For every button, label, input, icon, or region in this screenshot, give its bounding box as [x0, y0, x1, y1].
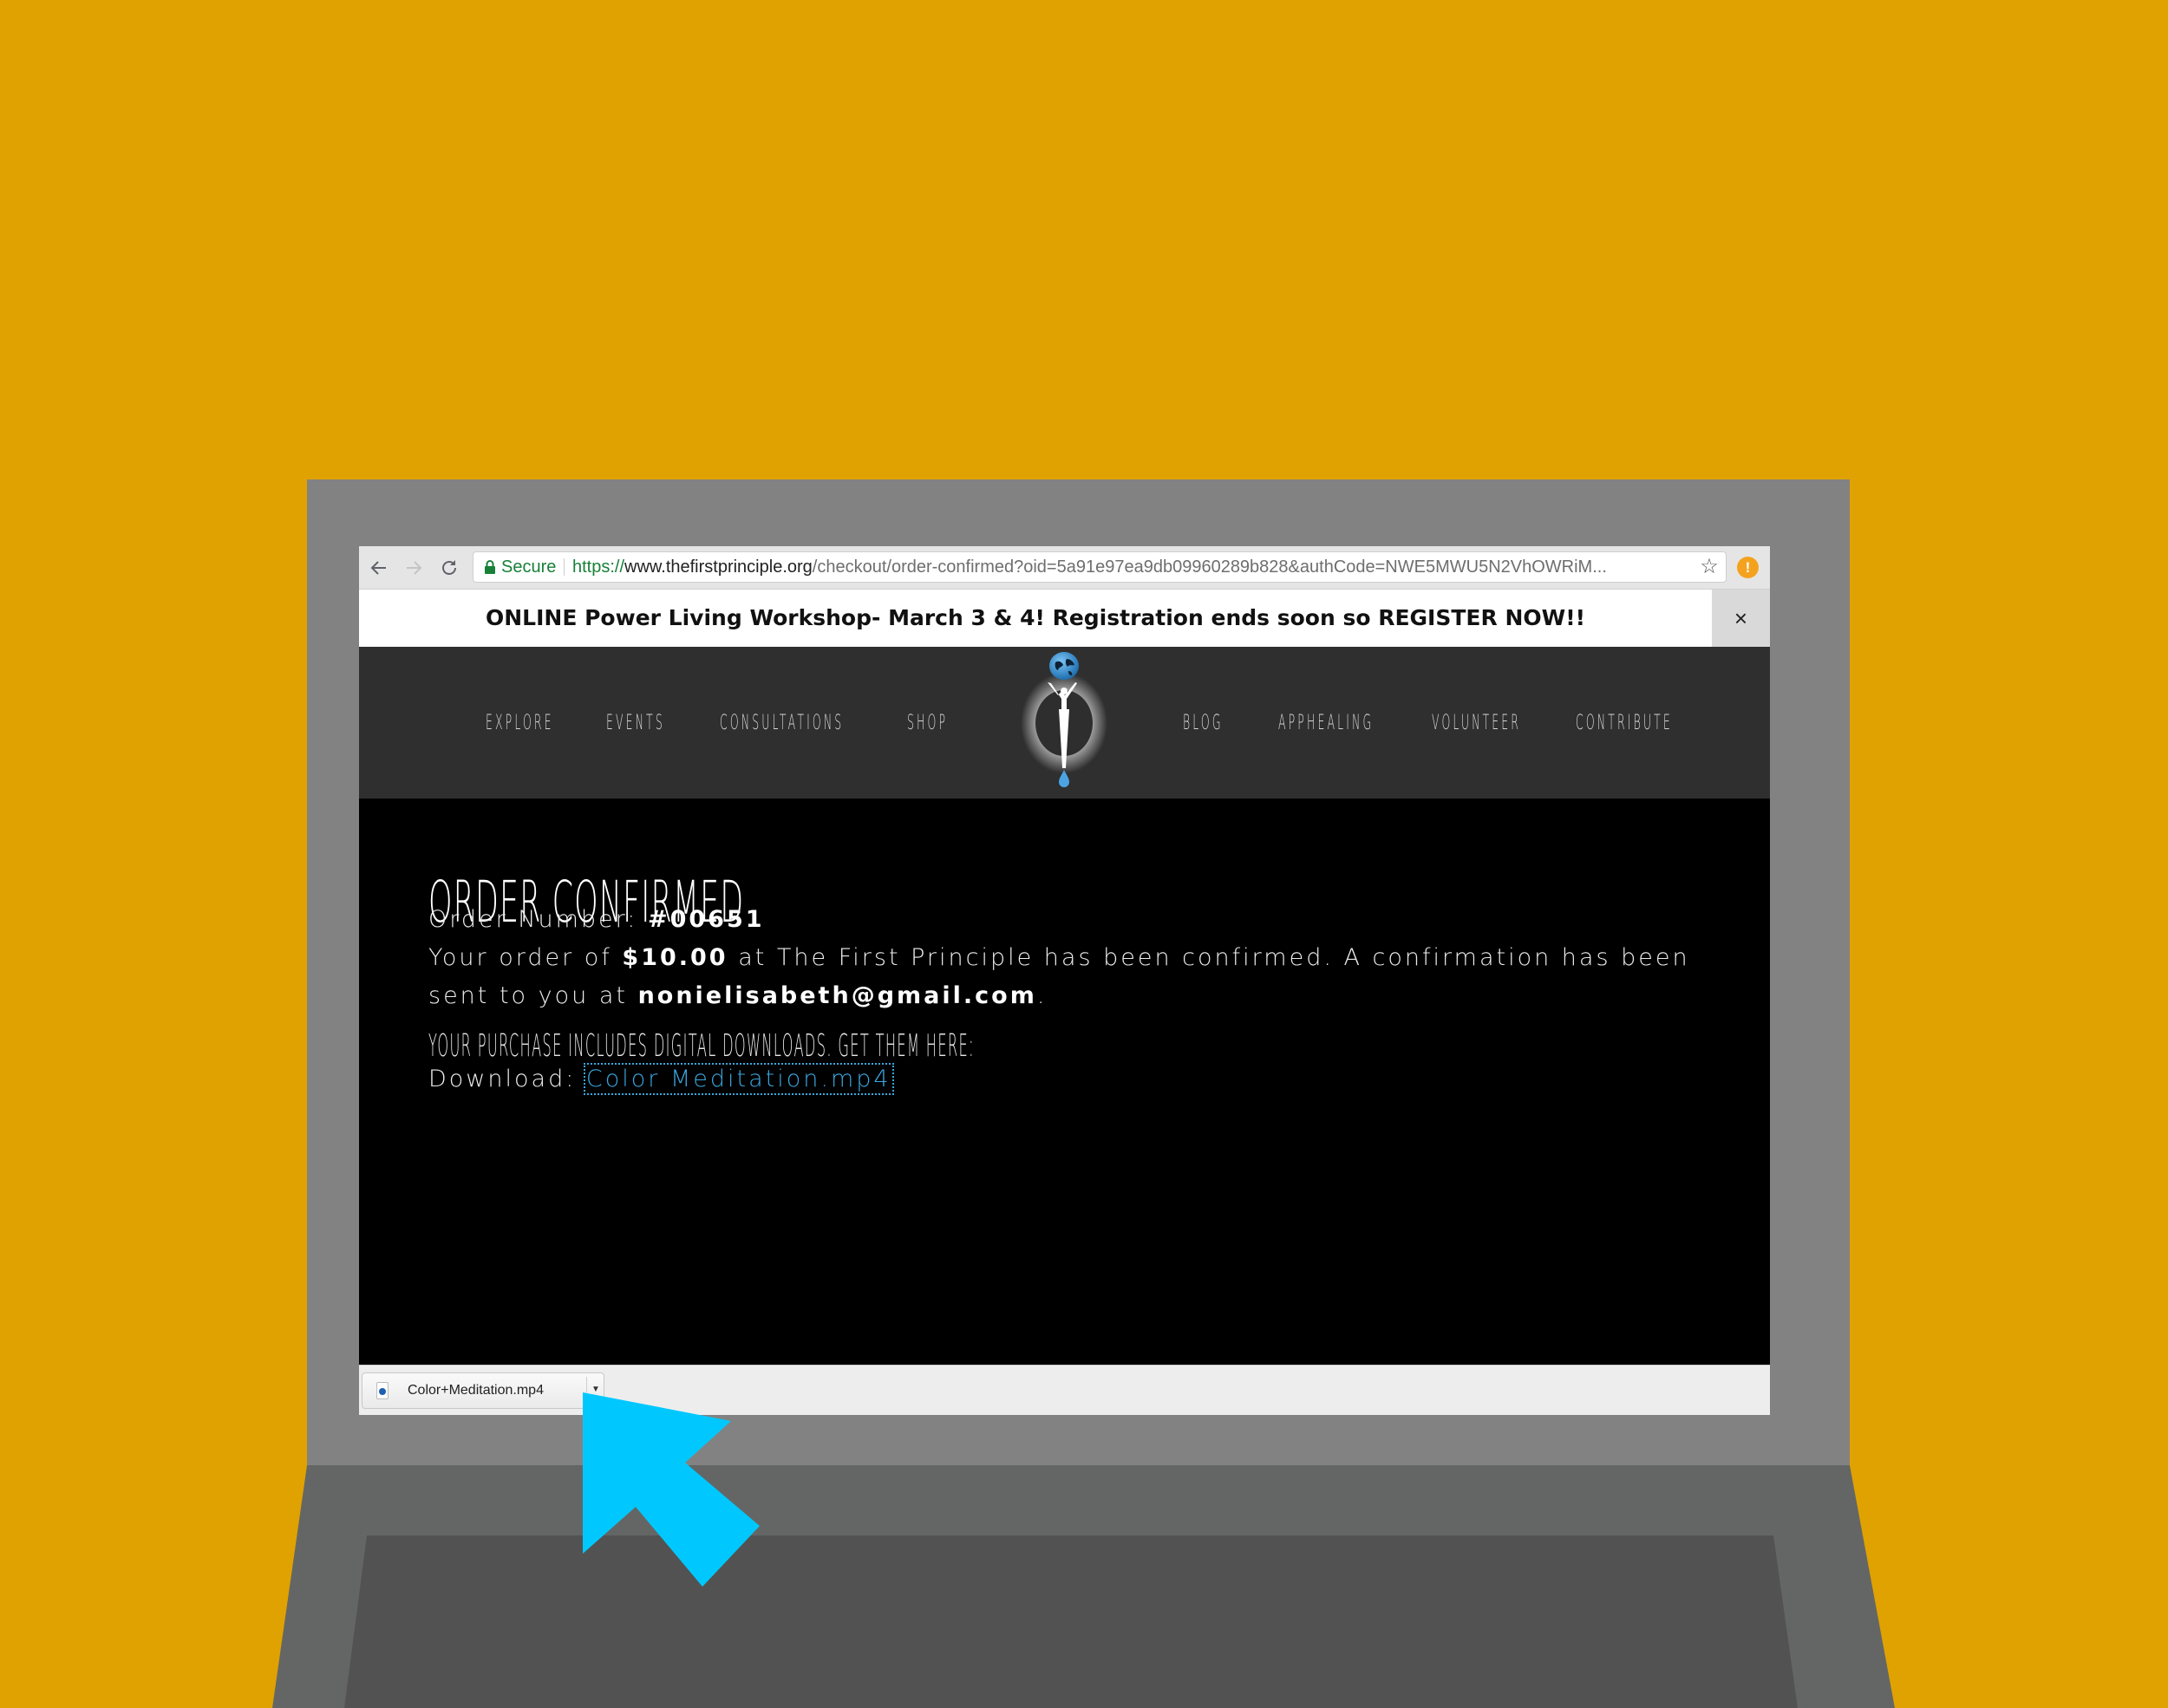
- url-host: www.thefirstprinciple.org: [624, 557, 813, 577]
- customer-email: nonielisabeth@gmail.com: [637, 982, 1037, 1009]
- arrow-right-icon: [407, 561, 422, 575]
- confirmation-suffix: .: [1036, 982, 1048, 1009]
- video-file-icon: [376, 1382, 389, 1399]
- downloads-heading: YOUR PURCHASE INCLUDES DIGITAL DOWNLOADS…: [428, 1028, 975, 1064]
- download-file-name: Color+Meditation.mp4: [408, 1383, 544, 1398]
- address-separator: [564, 558, 565, 576]
- confirmation-text-line-1: Your order of $10.00 at The First Princi…: [428, 944, 1690, 971]
- nav-item-events[interactable]: EVENTS: [606, 709, 665, 735]
- nav-item-consultations[interactable]: CONSULTATIONS: [720, 709, 844, 735]
- order-number-label: Order Number:: [428, 906, 648, 933]
- address-bar[interactable]: Secure https://www.thefirstprinciple.org…: [473, 551, 1727, 583]
- site-logo[interactable]: [1021, 652, 1107, 791]
- logo-figure-head: [1061, 688, 1068, 694]
- order-confirmation-content: ORDER CONFIRMED Order Number: #00651 You…: [359, 799, 1770, 1365]
- browser-window: Secure https://www.thefirstprinciple.org…: [359, 546, 1770, 1415]
- lock-icon: [485, 560, 495, 574]
- secure-label: Secure: [501, 557, 557, 577]
- download-link[interactable]: Color Meditation.mp4: [583, 1063, 894, 1095]
- site-navigation: EXPLORE EVENTS CONSULTATIONS SHOP BLOG A…: [359, 647, 1770, 799]
- url-scheme: https://: [572, 557, 625, 577]
- chevron-down-icon[interactable]: ▼: [587, 1373, 604, 1408]
- nav-item-blog[interactable]: BLOG: [1183, 709, 1224, 735]
- reload-button[interactable]: [434, 553, 464, 583]
- announcement-banner: ONLINE Power Living Workshop- March 3 & …: [359, 590, 1770, 647]
- bookmark-star-icon[interactable]: ☆: [1696, 552, 1722, 582]
- nav-item-volunteer[interactable]: VOLUNTEER: [1432, 709, 1521, 735]
- back-button[interactable]: [364, 553, 394, 583]
- order-amount: $10.00: [622, 944, 728, 971]
- order-number-value: #00651: [647, 906, 765, 933]
- nav-item-apphealing[interactable]: APPHEALING: [1278, 709, 1374, 735]
- laptop-keyboard-panel: [344, 1535, 1798, 1708]
- arrow-left-icon: [370, 561, 386, 575]
- download-shelf: Color+Meditation.mp4 ▼: [359, 1365, 1770, 1415]
- url-text[interactable]: https://www.thefirstprinciple.org/checko…: [572, 552, 1607, 582]
- browser-toolbar: Secure https://www.thefirstprinciple.org…: [359, 546, 1770, 590]
- alert-icon[interactable]: !: [1737, 557, 1759, 578]
- nav-item-contribute[interactable]: CONTRIBUTE: [1576, 709, 1673, 735]
- download-item[interactable]: Color+Meditation.mp4 ▼: [362, 1372, 604, 1409]
- confirmation-middle: at The First Principle has been confirme…: [728, 944, 1690, 971]
- download-label: Download:: [428, 1066, 586, 1092]
- banner-text[interactable]: ONLINE Power Living Workshop- March 3 & …: [359, 590, 1712, 647]
- url-path: /checkout/order-confirmed?oid=5a91e97ea9…: [812, 557, 1607, 577]
- download-line: Download: Color Meditation.mp4: [428, 1063, 894, 1095]
- confirmation-prefix: Your order of: [428, 944, 623, 971]
- confirmation-text-line-2: sent to you at nonielisabeth@gmail.com.: [428, 982, 1047, 1009]
- forward-button[interactable]: [399, 553, 428, 583]
- order-number-line: Order Number: #00651: [428, 906, 765, 933]
- reload-icon: [442, 560, 456, 575]
- banner-close-icon[interactable]: ×: [1712, 590, 1770, 647]
- secure-indicator[interactable]: Secure: [484, 552, 556, 582]
- nav-item-explore[interactable]: EXPLORE: [486, 709, 554, 735]
- logo-globe-icon: [1049, 652, 1079, 680]
- confirmation-line2-prefix: sent to you at: [428, 982, 638, 1009]
- nav-item-shop[interactable]: SHOP: [907, 709, 948, 735]
